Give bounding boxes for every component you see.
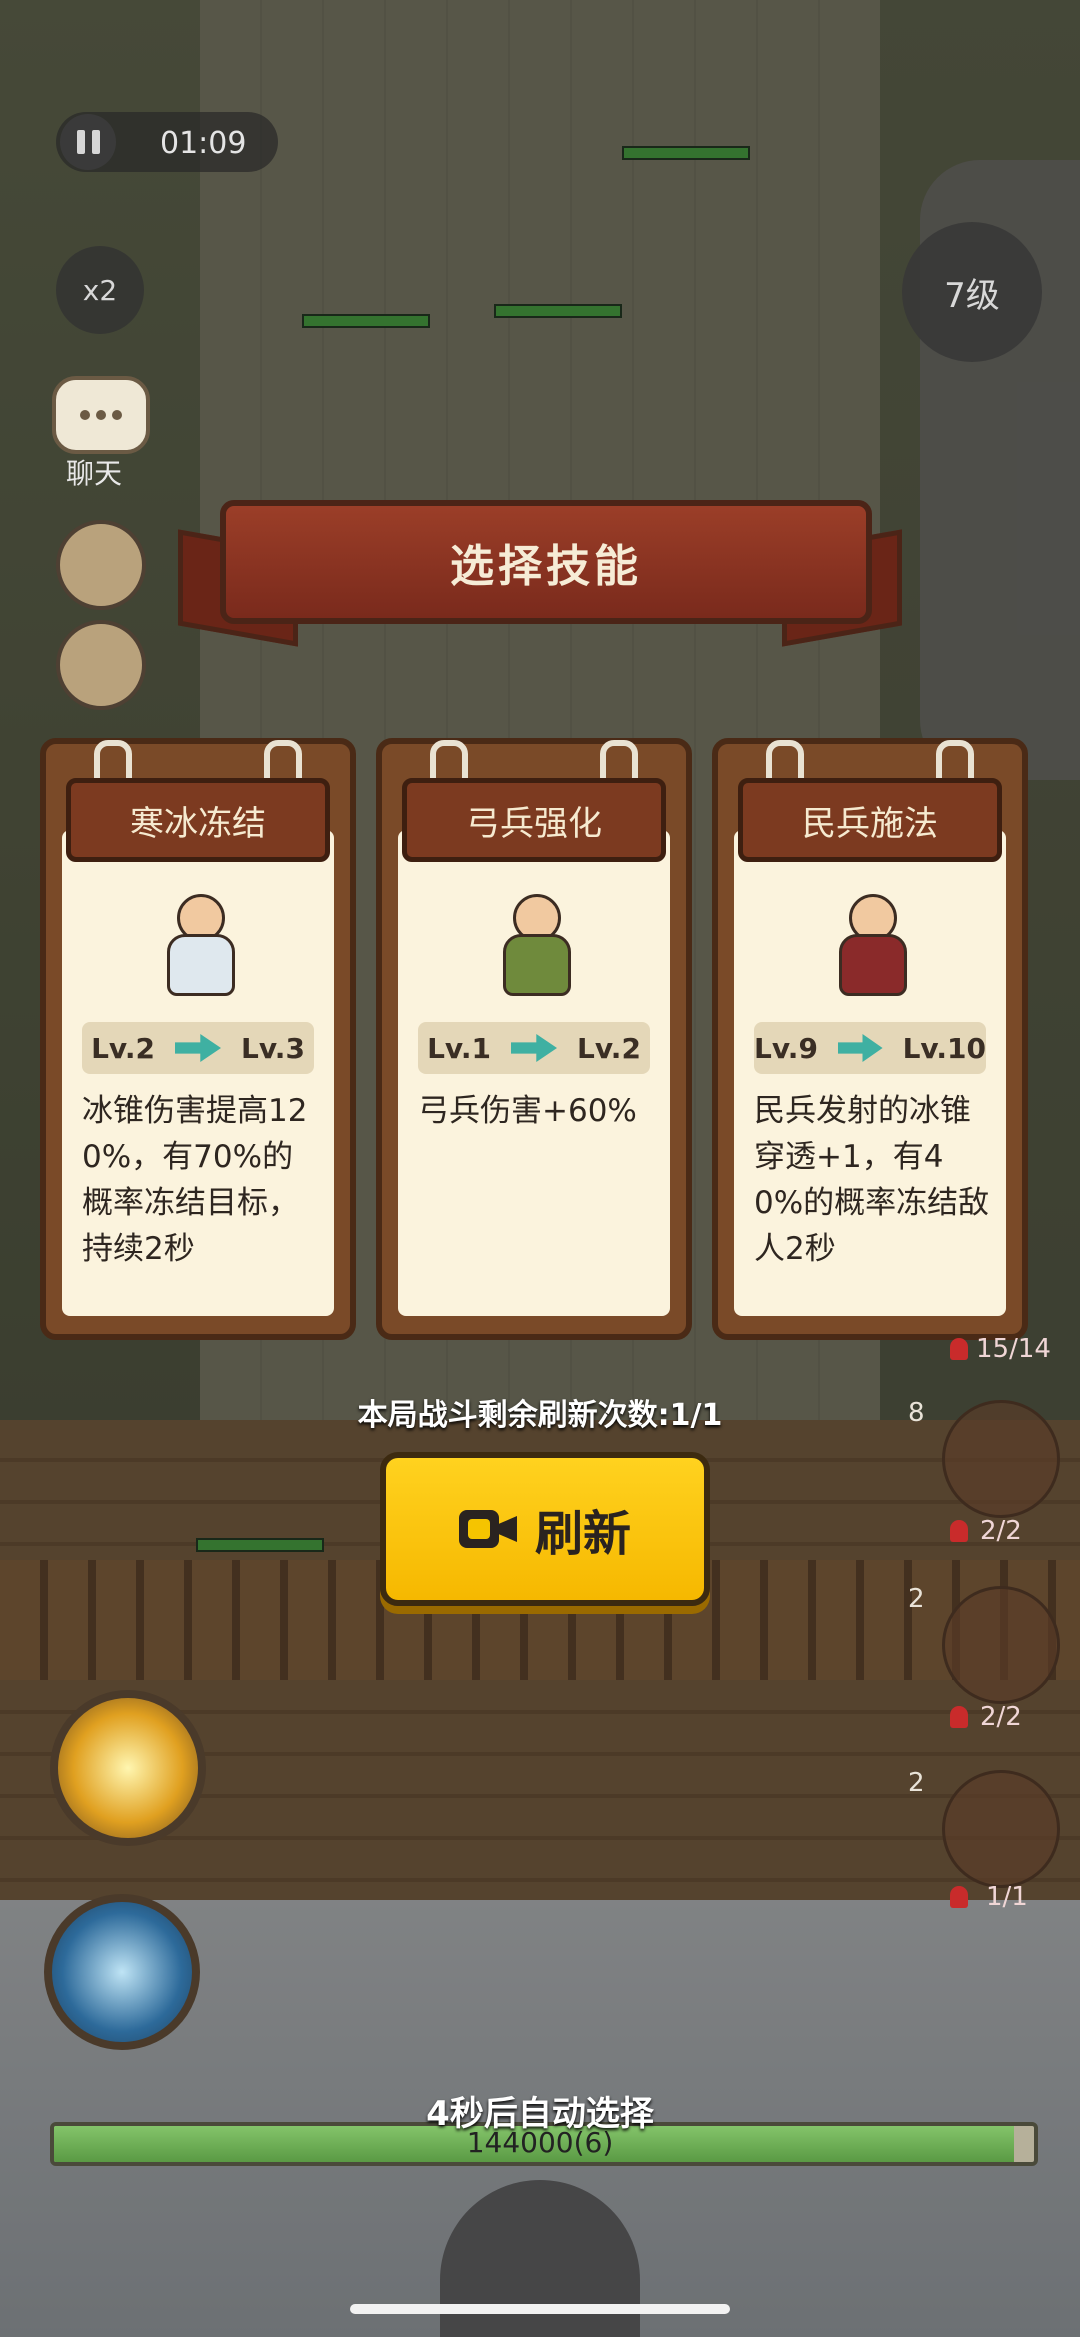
skill-orb-burst-icon[interactable]	[50, 1690, 206, 1846]
speed-toggle-button[interactable]: x2	[56, 246, 144, 334]
skill-orb-wave-icon[interactable]	[44, 1894, 200, 2050]
hero-avatar[interactable]	[56, 520, 146, 610]
pause-icon	[76, 130, 85, 154]
video-camera-icon	[458, 1510, 517, 1548]
refresh-button[interactable]: 刷新	[380, 1452, 710, 1606]
level-badge[interactable]: 7级	[902, 222, 1042, 362]
dialog-title-banner: 选择技能	[220, 500, 872, 624]
dialog-title: 选择技能	[450, 541, 642, 592]
home-indicator[interactable]	[350, 2304, 730, 2314]
pause-icon	[91, 130, 100, 154]
unit-level: 2	[908, 1584, 925, 1614]
person-icon	[950, 1338, 968, 1360]
level-to: Lv.2	[577, 1031, 641, 1065]
arrow-right-icon	[511, 1034, 557, 1062]
hero-robe	[839, 934, 907, 996]
skill-description: 民兵发射的冰锥穿透+1，有40%的概率冻结敌人2秒	[754, 1093, 990, 1267]
chat-label: 聊天	[66, 457, 123, 490]
hero-robe	[503, 934, 571, 996]
unit-slot[interactable]	[942, 1770, 1060, 1888]
refresh-remaining-text: 本局战斗剩余刷新次数:1/1	[357, 1398, 723, 1433]
level-upgrade-row: Lv.2 Lv.3	[82, 1022, 314, 1074]
hero-avatar[interactable]	[56, 620, 146, 710]
militia-icon	[829, 894, 911, 996]
unit-count: 15/14	[976, 1334, 1051, 1364]
chat-bubble-dot	[96, 410, 106, 420]
unit-slot[interactable]	[942, 1586, 1060, 1704]
skill-card[interactable]: 弓兵强化 Lv.1 Lv.2 弓兵伤害+60%	[376, 738, 692, 1340]
level-from: Lv.1	[427, 1031, 491, 1065]
person-icon	[950, 1706, 968, 1728]
level-upgrade-row: Lv.1 Lv.2	[418, 1022, 650, 1074]
person-icon	[950, 1886, 968, 1908]
unit-count: 2/2	[980, 1702, 1022, 1732]
hero-robe	[167, 934, 235, 996]
archer-icon	[493, 894, 575, 996]
ice-strategist-icon	[157, 894, 239, 996]
level-to: Lv.3	[241, 1031, 305, 1065]
auto-select-countdown: 4秒后自动选择	[426, 2094, 654, 2134]
level-from: Lv.2	[91, 1031, 155, 1065]
camera-lens	[498, 1516, 517, 1542]
battle-timer: 01:09	[160, 126, 247, 161]
person-icon	[950, 1520, 968, 1542]
unit-count: 1/1	[986, 1882, 1028, 1912]
unit-level: 2	[908, 1768, 925, 1798]
unit-count: 2/2	[980, 1516, 1022, 1546]
arrow-right-icon	[175, 1034, 221, 1062]
pause-button[interactable]	[60, 114, 116, 170]
chat-bubble-icon	[80, 410, 90, 420]
level-from: Lv.9	[754, 1031, 818, 1065]
skill-name: 民兵施法	[738, 778, 1002, 862]
skill-card[interactable]: 民兵施法 Lv.9 Lv.10 民兵发射的冰锥穿透+1，有40%的概率冻结敌人2…	[712, 738, 1028, 1340]
level-to: Lv.10	[902, 1031, 986, 1065]
chat-button[interactable]	[52, 376, 150, 454]
skill-name: 弓兵强化	[402, 778, 666, 862]
chat-bubble-dot	[112, 410, 122, 420]
skill-description: 冰锥伤害提高120%，有70%的概率冻结目标，持续2秒	[82, 1093, 308, 1267]
skill-description: 弓兵伤害+60%	[418, 1093, 637, 1129]
level-upgrade-row: Lv.9 Lv.10	[754, 1022, 986, 1074]
camera-body	[458, 1510, 499, 1548]
refresh-label: 刷新	[534, 1506, 631, 1562]
arrow-right-icon	[837, 1034, 883, 1062]
skill-name: 寒冰冻结	[66, 778, 330, 862]
skill-card[interactable]: 寒冰冻结 Lv.2 Lv.3 冰锥伤害提高120%，有70%的概率冻结目标，持续…	[40, 738, 356, 1340]
